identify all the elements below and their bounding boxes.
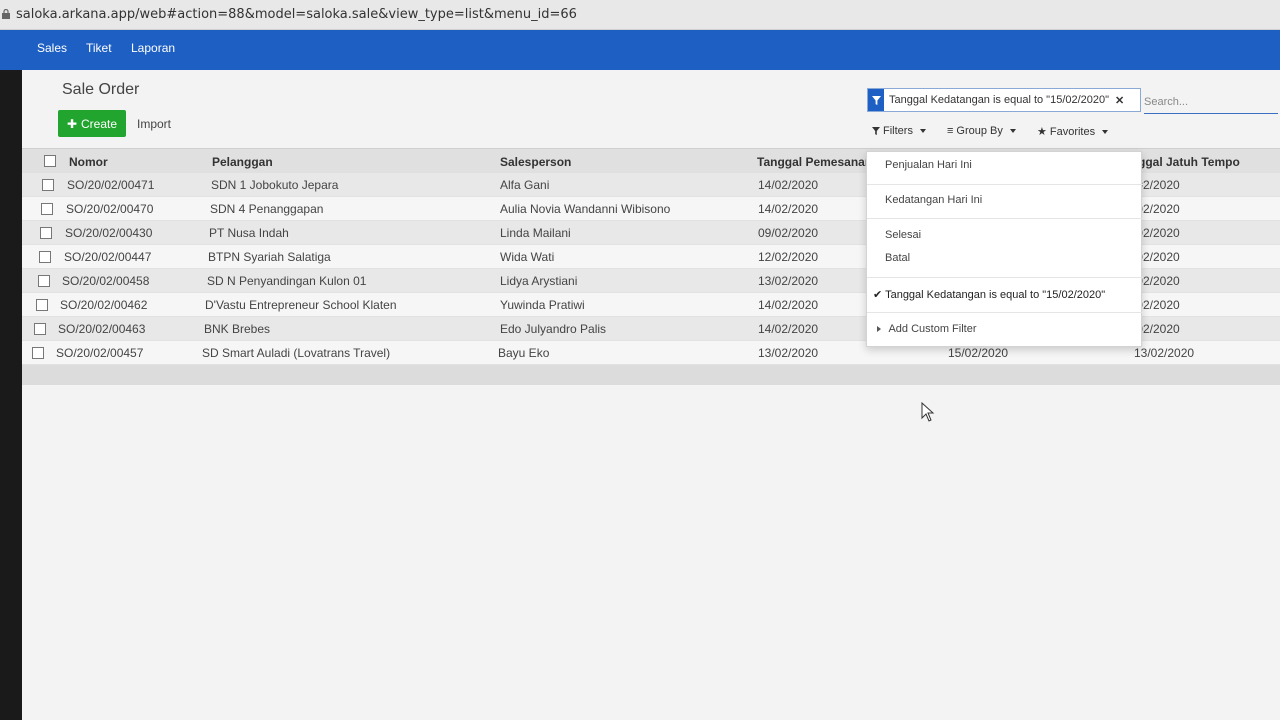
cell-tanggal-pemesanan: 09/02/2020 bbox=[758, 226, 819, 240]
filter-selesai[interactable]: Selesai bbox=[885, 229, 921, 241]
filters-button[interactable]: Filters bbox=[872, 125, 926, 137]
row-checkbox[interactable] bbox=[32, 347, 44, 359]
nav-sales[interactable]: Sales bbox=[37, 41, 67, 55]
cell-salesperson: Linda Mailani bbox=[500, 226, 571, 240]
select-all-checkbox[interactable] bbox=[44, 155, 56, 167]
nav-laporan[interactable]: Laporan bbox=[131, 41, 175, 55]
filter-facet-icon bbox=[868, 89, 884, 111]
cell-pelanggan: PT Nusa Indah bbox=[209, 226, 289, 240]
create-button-label: Create bbox=[81, 116, 118, 131]
cell-tanggal-pemesanan: 13/02/2020 bbox=[758, 274, 819, 288]
search-facet[interactable]: Tanggal Kedatangan is equal to "15/02/20… bbox=[867, 88, 1141, 112]
cell-pelanggan: SDN 4 Penanggapan bbox=[210, 202, 324, 216]
column-salesperson[interactable]: Salesperson bbox=[500, 155, 571, 169]
cell-pelanggan: SDN 1 Jobokuto Jepara bbox=[211, 178, 339, 192]
cell-salesperson: Bayu Eko bbox=[498, 346, 550, 360]
cell-jatuh-tempo: 13/02/2020 bbox=[1134, 346, 1195, 360]
column-pelanggan[interactable]: Pelanggan bbox=[212, 155, 273, 169]
row-checkbox[interactable] bbox=[39, 251, 51, 263]
star-icon: ★ bbox=[1037, 126, 1047, 138]
cell-tanggal-pemesanan: 14/02/2020 bbox=[758, 178, 819, 192]
groupby-label: Group By bbox=[956, 125, 1003, 137]
cell-salesperson: Edo Julyandro Palis bbox=[500, 322, 607, 336]
column-tanggal-pemesanan[interactable]: Tanggal Pemesanan bbox=[757, 155, 872, 169]
cell-nomor: SO/20/02/00463 bbox=[58, 322, 146, 336]
page-title: Sale Order bbox=[62, 81, 140, 98]
row-checkbox[interactable] bbox=[34, 323, 46, 335]
cell-pelanggan: SD Smart Auladi (Lovatrans Travel) bbox=[202, 346, 391, 360]
create-button[interactable]: ✚ Create bbox=[58, 110, 126, 137]
cell-salesperson: Wida Wati bbox=[500, 250, 555, 264]
top-navigation: Sales Tiket Laporan bbox=[0, 30, 1280, 70]
row-checkbox[interactable] bbox=[41, 203, 53, 215]
check-icon: ✔ bbox=[873, 289, 883, 301]
cell-nomor: SO/20/02/00458 bbox=[62, 274, 150, 288]
groupby-button[interactable]: ≡ Group By bbox=[947, 125, 1016, 137]
cell-salesperson: Lidya Arystiani bbox=[500, 274, 578, 288]
cell-salesperson: Aulia Novia Wandanni Wibisono bbox=[500, 202, 671, 216]
cell-tanggal-pemesanan: 14/02/2020 bbox=[758, 322, 819, 336]
search-bar: Tanggal Kedatangan is equal to "15/02/20… bbox=[867, 88, 1278, 116]
add-custom-filter-label: Add Custom Filter bbox=[888, 323, 977, 335]
cell-nomor: SO/20/02/00471 bbox=[67, 178, 155, 192]
chevron-down-icon bbox=[1009, 129, 1016, 133]
filter-icon bbox=[872, 127, 880, 135]
favorites-button[interactable]: ★ Favorites bbox=[1037, 125, 1109, 138]
column-tanggal-jatuh-tempo[interactable]: ggal Jatuh Tempo bbox=[1138, 155, 1240, 169]
cell-tanggal-pemesanan: 14/02/2020 bbox=[758, 202, 819, 216]
favorites-label: Favorites bbox=[1049, 125, 1096, 138]
cell-salesperson: Alfa Gani bbox=[500, 178, 550, 192]
filters-dropdown: Penjualan Hari Ini Kedatangan Hari Ini S… bbox=[866, 151, 1143, 347]
row-checkbox[interactable] bbox=[40, 227, 52, 239]
cell-nomor: SO/20/02/00470 bbox=[66, 202, 154, 216]
plus-icon: ✚ bbox=[66, 116, 78, 131]
cell-salesperson: Yuwinda Pratiwi bbox=[500, 298, 585, 312]
facet-label: Tanggal Kedatangan is equal to "15/02/20… bbox=[889, 94, 1110, 106]
filter-active-label: Tanggal Kedatangan is equal to "15/02/20… bbox=[885, 289, 1106, 301]
cell-pelanggan: D'Vastu Entrepreneur School Klaten bbox=[205, 298, 397, 312]
filter-batal[interactable]: Batal bbox=[885, 252, 910, 264]
lock-icon bbox=[2, 9, 10, 19]
nav-tiket[interactable]: Tiket bbox=[86, 41, 112, 55]
row-checkbox[interactable] bbox=[38, 275, 50, 287]
close-icon[interactable]: ✕ bbox=[1115, 94, 1124, 107]
filters-label: Filters bbox=[883, 125, 913, 137]
cell-tanggal-pemesanan: 12/02/2020 bbox=[758, 250, 819, 264]
filter-kedatangan-hari-ini[interactable]: Kedatangan Hari Ini bbox=[885, 194, 982, 206]
list-icon: ≡ bbox=[947, 125, 954, 137]
dropdown-divider bbox=[867, 277, 1143, 278]
cell-pelanggan: BNK Brebes bbox=[204, 322, 271, 336]
search-input[interactable] bbox=[1144, 90, 1278, 114]
cell-pelanggan: SD N Penyandingan Kulon 01 bbox=[207, 274, 367, 288]
cell-tanggal-kedatangan: 15/02/2020 bbox=[948, 346, 1009, 360]
row-checkbox[interactable] bbox=[36, 299, 48, 311]
column-nomor[interactable]: Nomor bbox=[69, 155, 108, 169]
dropdown-divider bbox=[867, 184, 1143, 185]
cell-nomor: SO/20/02/00457 bbox=[56, 346, 144, 360]
cell-nomor: SO/20/02/00462 bbox=[60, 298, 148, 312]
cell-tanggal-pemesanan: 14/02/2020 bbox=[758, 298, 819, 312]
add-custom-filter[interactable]: Add Custom Filter bbox=[877, 323, 976, 335]
dropdown-divider bbox=[867, 312, 1143, 313]
chevron-down-icon bbox=[1102, 129, 1109, 134]
caret-right-icon bbox=[877, 326, 881, 333]
chevron-down-icon bbox=[919, 129, 926, 133]
filter-penjualan-hari-ini[interactable]: Penjualan Hari Ini bbox=[885, 159, 972, 171]
url-text[interactable]: saloka.arkana.app/web#action=88&model=sa… bbox=[16, 7, 577, 22]
cell-nomor: SO/20/02/00447 bbox=[64, 250, 152, 264]
import-button[interactable]: Import bbox=[137, 117, 171, 131]
cell-pelanggan: BTPN Syariah Salatiga bbox=[208, 250, 331, 264]
table-footer bbox=[22, 365, 1280, 385]
filter-active-tanggal-kedatangan[interactable]: ✔ Tanggal Kedatangan is equal to "15/02/… bbox=[873, 288, 1105, 301]
row-checkbox[interactable] bbox=[42, 179, 54, 191]
mouse-cursor-icon bbox=[921, 402, 935, 422]
cell-tanggal-pemesanan: 13/02/2020 bbox=[758, 346, 819, 360]
dropdown-divider bbox=[867, 218, 1143, 219]
cell-nomor: SO/20/02/00430 bbox=[65, 226, 153, 240]
main-content: Sale Order ✚ Create Import Tanggal Kedat… bbox=[22, 70, 1280, 720]
browser-address-bar[interactable]: saloka.arkana.app/web#action=88&model=sa… bbox=[0, 0, 1280, 30]
